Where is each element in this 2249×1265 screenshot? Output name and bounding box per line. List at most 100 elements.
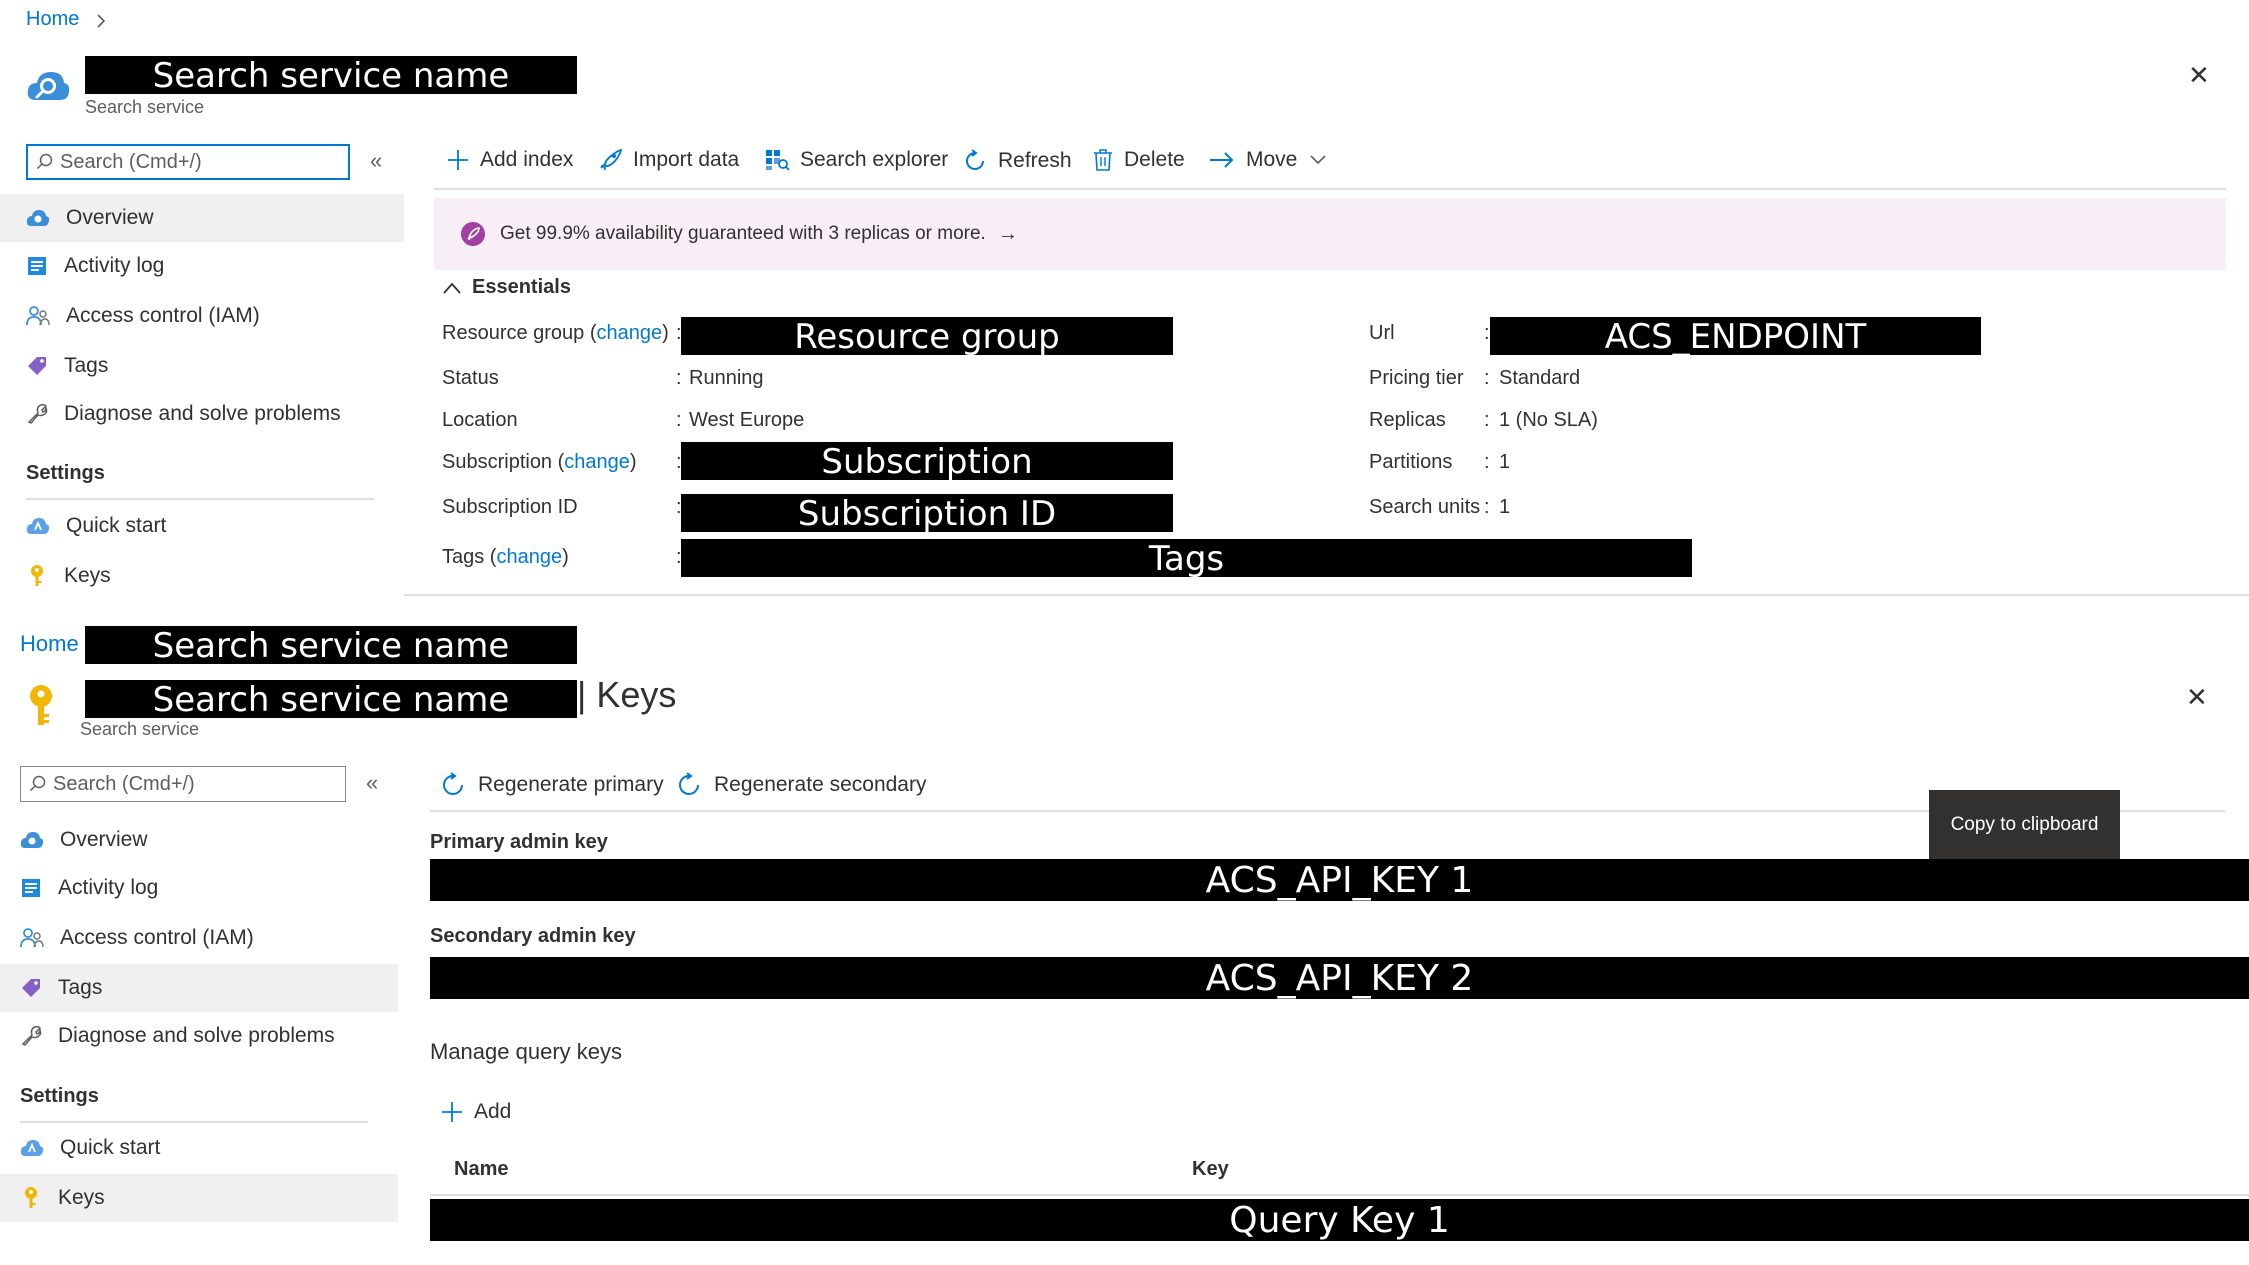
colon: : (1484, 322, 1490, 344)
refresh-icon (966, 149, 984, 170)
wrench-icon (21, 1025, 42, 1046)
availability-banner[interactable]: Get 99.9% availability guaranteed with 3… (434, 198, 2226, 270)
key-icon (25, 1187, 37, 1208)
refresh-button[interactable]: Refresh (962, 148, 1072, 174)
location-value: West Europe (689, 409, 805, 431)
table-row[interactable]: Query Key 1 (430, 1199, 2249, 1241)
search-service-icon (27, 72, 70, 100)
add-query-key-button[interactable]: Add (440, 1100, 511, 1124)
nav-diagnose[interactable]: Diagnose and solve problems (0, 1012, 398, 1060)
replicas-link[interactable]: 1 (No SLA) (1499, 409, 1598, 432)
replicas-label: Replicas (1369, 409, 1446, 431)
subscription-change-link[interactable]: change (564, 451, 630, 473)
add-label: Add (474, 1100, 512, 1123)
search-explorer-button[interactable]: Search explorer (764, 148, 948, 172)
search-explorer-icon (766, 150, 790, 171)
nav-activity-log[interactable]: Activity log (0, 864, 398, 912)
subscription-id-label: Subscription ID (442, 496, 578, 518)
move-button[interactable]: Move (1208, 148, 1337, 172)
nav-access-control[interactable]: Access control (IAM) (0, 292, 404, 340)
resource-group-change-link[interactable]: change (597, 322, 663, 344)
nav-tags[interactable]: Tags (0, 342, 404, 390)
nav-label: Diagnose and solve problems (58, 1024, 335, 1047)
status-label: Status (442, 367, 499, 389)
nav-overview[interactable]: Overview (0, 816, 398, 864)
close-icon[interactable]: ✕ (2186, 682, 2208, 713)
column-header-name[interactable]: Name (454, 1158, 508, 1181)
essentials-toggle[interactable]: Essentials (442, 276, 571, 299)
nav-label: Tags (58, 976, 103, 999)
activity-log-icon (22, 879, 40, 897)
nav-label: Access control (IAM) (60, 926, 254, 949)
keys-blade-icon (30, 685, 52, 725)
resource-group-label: Resource group (change) (442, 322, 669, 344)
add-index-button[interactable]: Add index (446, 148, 573, 172)
rocket-badge-icon (461, 222, 485, 246)
service-type-label: Search service (80, 719, 200, 739)
partitions-link[interactable]: 1 (1499, 451, 1510, 474)
rocket-icon (600, 148, 623, 171)
nav-keys[interactable]: Keys (0, 552, 404, 600)
cloud-search-icon (26, 210, 50, 226)
resource-menu-search[interactable]: Search (Cmd+/) (26, 144, 350, 180)
import-data-button[interactable]: Import data (597, 148, 739, 172)
essentials-label: Essentials (472, 276, 571, 298)
colon: : (1484, 451, 1490, 473)
tags-redacted: Tags (681, 539, 1692, 577)
plus-icon (448, 150, 468, 170)
collapse-menu-icon[interactable]: « (370, 148, 382, 174)
nav-label: Quick start (60, 1136, 161, 1159)
search-units-link[interactable]: 1 (1499, 496, 1510, 519)
nav-diagnose[interactable]: Diagnose and solve problems (0, 390, 404, 438)
breadcrumb-home[interactable]: Home (26, 8, 79, 31)
arrow-right-icon (1210, 152, 1234, 168)
search-icon (29, 775, 46, 792)
nav-quick-start[interactable]: Quick start (0, 502, 404, 550)
search-placeholder: Search (Cmd+/) (60, 150, 202, 173)
search-explorer-label: Search explorer (800, 148, 949, 171)
quickstart-icon (20, 1140, 44, 1156)
colon: : (676, 367, 682, 389)
tags-change-link[interactable]: change (496, 546, 562, 568)
cloud-search-icon (20, 832, 44, 848)
colon: : (1484, 409, 1490, 431)
primary-admin-key-field[interactable]: ACS_API_KEY 1 (430, 859, 2249, 901)
breadcrumb-home[interactable]: Home (20, 631, 79, 657)
nav-overview[interactable]: Overview (0, 194, 404, 242)
colon: : (676, 409, 682, 431)
plus-icon (442, 1102, 462, 1122)
collapse-menu-icon[interactable]: « (366, 770, 378, 796)
import-data-label: Import data (633, 148, 740, 171)
close-icon[interactable]: ✕ (2188, 60, 2210, 91)
location-label: Location (442, 409, 518, 431)
nav-activity-log[interactable]: Activity log (0, 242, 404, 290)
colon: : (1484, 496, 1490, 518)
column-header-key[interactable]: Key (1192, 1158, 1229, 1181)
blade-title-keys: | Keys (577, 674, 677, 715)
regenerate-primary-button[interactable]: Regenerate primary (440, 771, 664, 799)
refresh-icon (679, 772, 699, 795)
secondary-admin-key-field[interactable]: ACS_API_KEY 2 (430, 957, 2249, 999)
nav-quick-start[interactable]: Quick start (0, 1124, 398, 1172)
nav-tags[interactable]: Tags (0, 964, 398, 1012)
resource-menu-search[interactable]: Search (Cmd+/) (20, 766, 346, 802)
people-icon (26, 306, 50, 326)
essentials-divider (404, 594, 2249, 596)
nav-access-control[interactable]: Access control (IAM) (0, 914, 398, 962)
service-name-redacted: Search service name (85, 680, 577, 718)
banner-arrow-icon: → (997, 222, 1018, 245)
nav-label: Overview (60, 828, 148, 851)
url-label: Url (1369, 322, 1395, 344)
nav-label: Access control (IAM) (66, 304, 260, 327)
search-placeholder: Search (Cmd+/) (53, 772, 195, 795)
people-icon (20, 928, 44, 948)
refresh-label: Refresh (998, 149, 1072, 172)
nav-label: Quick start (66, 514, 167, 537)
regenerate-secondary-button[interactable]: Regenerate secondary (676, 771, 926, 799)
nav-label: Activity log (64, 254, 165, 277)
partitions-label: Partitions (1369, 451, 1453, 473)
delete-button[interactable]: Delete (1092, 148, 1185, 172)
service-type-label: Search service (85, 97, 205, 117)
nav-keys[interactable]: Keys (0, 1174, 398, 1222)
search-units-label: Search units (1369, 496, 1481, 518)
